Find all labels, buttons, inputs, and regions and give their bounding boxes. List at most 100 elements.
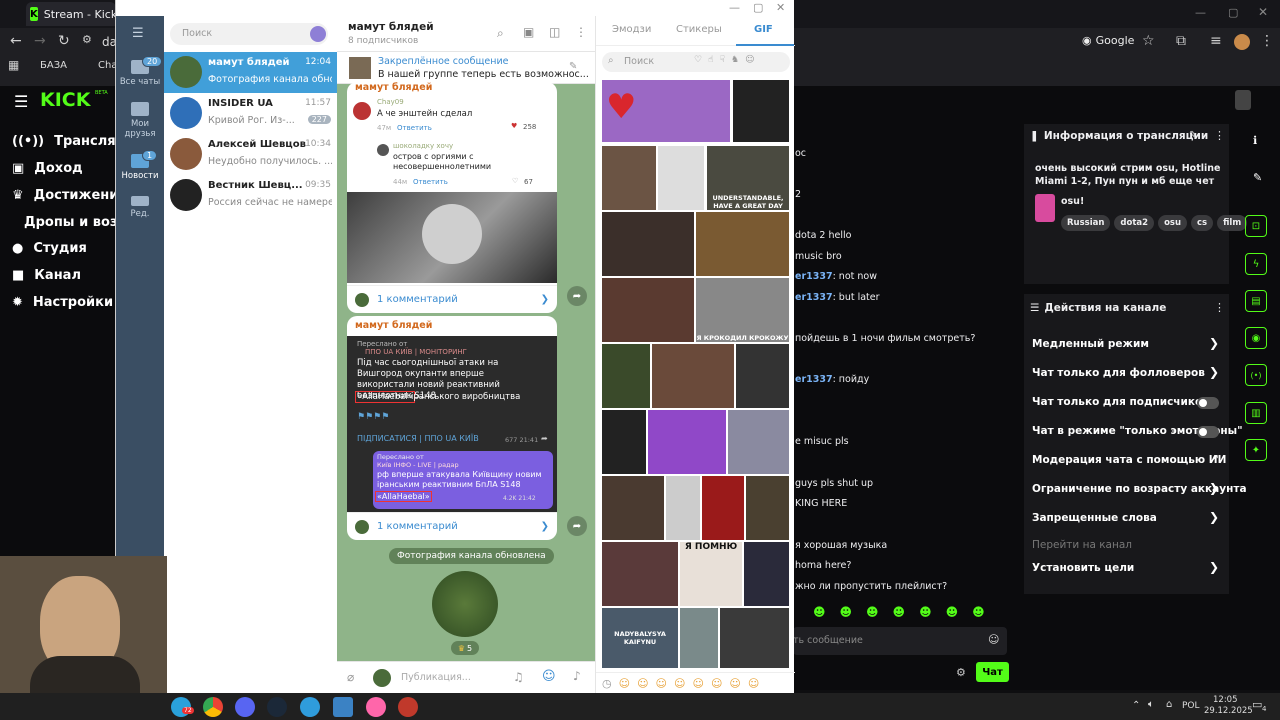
apps-icon[interactable]: ▦ [8, 58, 19, 72]
forward-icon[interactable]: ➦ [541, 434, 548, 443]
more-icon[interactable]: ⋮ [575, 25, 587, 39]
hamburger-icon[interactable]: ☰ [14, 92, 28, 111]
volume-icon[interactable]: 🔈︎ [1148, 699, 1154, 710]
forward-icon[interactable]: → [34, 33, 46, 49]
nav-income[interactable]: ▣ Доход [12, 161, 83, 176]
action-banned-words[interactable]: Запрещенные слова ❯ [1024, 508, 1229, 530]
gif-item[interactable] [602, 146, 656, 210]
tab-emoji[interactable]: Эмодзи [612, 24, 651, 35]
nav-channel[interactable]: ■ Канал [12, 268, 81, 283]
heart-icon[interactable]: ♥ [511, 122, 517, 130]
gif-item[interactable] [602, 344, 650, 408]
gif-nadybalysya[interactable]: NADYBALYSYA KAIFYNU [602, 608, 678, 668]
steam-taskbar-icon[interactable] [267, 697, 287, 717]
close-icon[interactable]: ✕ [1258, 5, 1268, 19]
notes-icon[interactable]: ▤ [1245, 290, 1267, 312]
broadcast-icon[interactable]: (•) [1245, 364, 1267, 386]
einstein-photo[interactable] [347, 192, 557, 283]
clip-icon[interactable]: ⊡ [1245, 215, 1267, 237]
profile-avatar[interactable] [310, 26, 326, 42]
comments-button[interactable]: 1 комментарий ❯ [347, 512, 557, 540]
gif-item[interactable] [602, 410, 646, 474]
send-as-avatar[interactable] [373, 669, 391, 687]
edit-icon[interactable]: ✎ [1189, 130, 1197, 141]
action-set-goals[interactable]: Установить цели ❯ [1024, 558, 1229, 580]
emote-icon[interactable]: ☻ [866, 605, 879, 619]
gif-hearts[interactable]: ♥ [602, 80, 730, 142]
gif-search-input[interactable]: ⌕ Поиск ♡☝☟♞☺ [602, 52, 790, 72]
action-go-to-channel[interactable]: Перейти на канал [1024, 535, 1229, 557]
reload-icon[interactable]: ↻ [58, 33, 70, 49]
stream-info-menu-icon[interactable]: ⋮ [1214, 129, 1225, 142]
gif-category-icons[interactable]: ♡☝☟♞☺ [694, 55, 760, 65]
emoji-icon[interactable]: ☺ [988, 633, 999, 646]
pin-list-icon[interactable]: ✎ [569, 61, 577, 72]
chat-username[interactable]: er1337 [795, 292, 833, 303]
folder-edit[interactable]: Ред. [116, 196, 164, 219]
forwarded-screenshot[interactable]: Переслано от ППО UA КИЇВ | МОНІТОРИНГ Пі… [347, 336, 557, 512]
chat-list-item[interactable]: Алексей Шевцов 10:34 Неудобно получилось. … [164, 134, 337, 175]
clock-date[interactable]: 29.12.2025 [1204, 706, 1253, 716]
gif-item[interactable] [602, 542, 678, 606]
gif-crocodile[interactable]: Я КРОКОДИЛ КРОКОЖУ [696, 278, 789, 342]
osu-taskbar-icon[interactable] [366, 697, 386, 717]
comments-button[interactable]: 1 комментарий ❯ [347, 285, 557, 313]
layout-icon[interactable]: ▥ [1245, 402, 1267, 424]
share-icon[interactable]: ➦ [567, 516, 587, 536]
tab-stickers[interactable]: Стикеры [676, 24, 722, 35]
wrench-icon[interactable]: ✦ [1245, 439, 1267, 461]
minimize-icon[interactable]: — [1195, 6, 1206, 19]
tg-minimize-icon[interactable]: — [729, 1, 740, 14]
folder-all-chats[interactable]: Все чаты 20 [116, 56, 164, 87]
tray-chevron-icon[interactable]: ⌃ [1132, 700, 1140, 711]
subscribers-only-toggle[interactable] [1197, 397, 1219, 409]
action-followers-only[interactable]: Чат только для фолловеров ❯ [1024, 363, 1229, 385]
chat-list-item[interactable]: Вестник Шевц... 09:35 Россия сейчас не нам… [164, 175, 337, 216]
maximize-icon[interactable]: ▢ [1228, 6, 1238, 19]
kick-logo[interactable]: KICK [40, 89, 90, 111]
gif-item[interactable] [736, 344, 789, 408]
chat-settings-icon[interactable]: ⚙ [956, 666, 966, 679]
gif-item[interactable] [602, 476, 664, 540]
emote-icon[interactable]: ☻ [919, 605, 932, 619]
emoji-icon[interactable]: ☺ [711, 677, 722, 690]
folder-friends[interactable]: Мои друзья [116, 102, 164, 139]
gif-ya-pomnyu[interactable]: Я ПОМНЮ [680, 542, 742, 606]
emoji-icon[interactable]: ☺ [748, 677, 759, 690]
chat-username[interactable]: er1337 [795, 271, 833, 282]
tg-close-icon[interactable]: ✕ [776, 1, 785, 14]
action-age-restriction[interactable]: Ограничение по возрасту аккаунта ❯ [1024, 479, 1247, 501]
gif-item[interactable] [602, 212, 694, 276]
menu-icon[interactable]: ⋮ [1260, 33, 1274, 49]
chat-username[interactable]: er1337 [795, 374, 833, 385]
obs-taskbar-icon[interactable] [398, 697, 418, 717]
emote-icon[interactable]: ☻ [972, 605, 985, 619]
channel-header[interactable]: мамут блядей 8 подписчиков ⌕ ▣ ◫ ⋮ [337, 16, 595, 52]
microphone-icon[interactable]: ♪ [573, 669, 581, 683]
emote-icon[interactable]: ☻ [946, 605, 959, 619]
lightning-icon[interactable]: ϟ [1245, 253, 1267, 275]
comments-icon[interactable]: ▣ [523, 25, 534, 39]
tg-menu-icon[interactable]: ☰ [132, 26, 144, 41]
nav-settings[interactable]: ✹ Настройки [12, 295, 113, 310]
google-button[interactable]: ◉ Google [1082, 34, 1134, 47]
language-indicator[interactable]: POL [1182, 701, 1200, 711]
chat-list-item[interactable]: INSIDER UA 11:57 Кривой Рог. Из-... 227 [164, 93, 337, 134]
pencil-icon[interactable]: ✎ [1253, 171, 1262, 184]
profile-avatar[interactable] [1234, 34, 1250, 50]
gif-item[interactable] [728, 410, 789, 474]
gif-item[interactable] [696, 212, 789, 276]
emoji-icon[interactable]: ☺ [674, 677, 685, 690]
recent-icon[interactable]: ◷ [602, 677, 612, 690]
emote-icon[interactable]: ☻ [893, 605, 906, 619]
pinned-message[interactable]: Закреплённое сообщение В нашей группе те… [337, 52, 595, 84]
chrome-taskbar-icon[interactable] [203, 697, 223, 717]
extensions-icon[interactable]: ⧉ [1176, 33, 1186, 49]
tab-gif[interactable]: GIF [754, 24, 773, 35]
nav-achievements[interactable]: ♛ Достижения [12, 188, 127, 203]
bell-icon[interactable]: ♫ [513, 670, 524, 684]
gif-item[interactable] [602, 278, 694, 342]
folder-news[interactable]: Новости 1 [116, 150, 164, 181]
reply-link[interactable]: Ответить [413, 178, 448, 186]
playlist-icon[interactable]: ≡ [1210, 33, 1222, 49]
